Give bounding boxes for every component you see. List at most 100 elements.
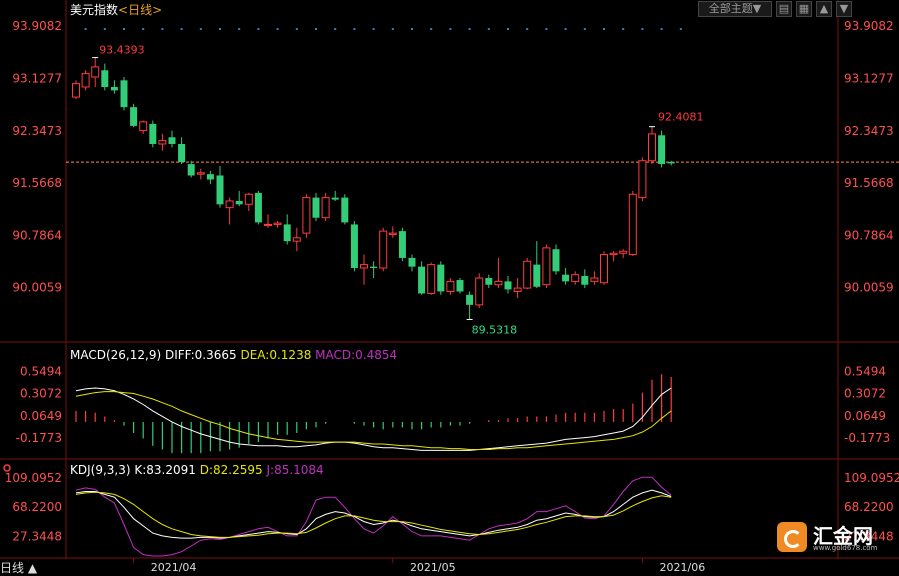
candle-body — [130, 107, 138, 126]
grid-icon[interactable]: ▦ — [796, 1, 812, 17]
event-dot — [603, 28, 605, 30]
candle-body — [533, 264, 541, 287]
logo-icon — [777, 522, 807, 552]
macd-tick-left: 0.5494 — [20, 364, 62, 378]
x-axis-label: 2021/05 — [410, 561, 456, 574]
price-tick-right: 93.9082 — [844, 19, 894, 33]
price-title: 美元指数<日线> — [70, 1, 162, 18]
candle-body — [302, 197, 311, 234]
layout-icon[interactable]: ▤ — [776, 1, 792, 17]
macd-tick-right: 0.5494 — [844, 364, 886, 378]
candle-body — [398, 231, 406, 258]
instrument-label: 美元指数 — [70, 3, 119, 17]
candle-body — [187, 164, 195, 176]
kdj-tick-right: 109.0952 — [844, 471, 899, 485]
d-line — [75, 491, 672, 538]
event-dot — [84, 28, 87, 30]
candle-body — [466, 294, 474, 305]
candle-body — [456, 280, 464, 292]
period-label[interactable]: <日线> — [118, 3, 162, 17]
event-dot — [315, 28, 317, 30]
event-dot — [353, 28, 356, 30]
event-dot — [679, 28, 682, 30]
kdj-tick-left: 68.2200 — [12, 500, 62, 514]
theme-selector[interactable]: 全部主题▼ — [698, 1, 772, 17]
candle-body — [91, 66, 100, 78]
candle-body — [139, 121, 148, 132]
candle-body — [216, 175, 224, 205]
event-dot — [142, 28, 145, 30]
event-dot — [660, 28, 663, 30]
candle-body — [292, 237, 301, 242]
candle-body — [552, 249, 560, 272]
site-logo: 汇金网 www.gold678.com — [777, 520, 887, 556]
event-dot — [276, 28, 279, 30]
candle-body — [370, 266, 378, 268]
candle-body — [609, 252, 618, 256]
event-dot — [622, 28, 625, 30]
period-tab[interactable]: 日线 ▲ — [0, 559, 37, 576]
candle-body — [562, 274, 570, 282]
diff-value: DIFF:0.3665 — [164, 348, 237, 362]
price-tick-right: 93.1277 — [844, 71, 894, 85]
candle-body — [504, 281, 512, 290]
event-dot — [526, 28, 529, 30]
candle-body — [494, 280, 503, 286]
event-dot — [295, 28, 298, 30]
candle-body — [81, 73, 90, 88]
event-dot — [372, 28, 375, 30]
candle-body — [513, 287, 522, 292]
candle-body — [72, 83, 80, 98]
candle-body — [600, 254, 608, 284]
kdj-tick-right: 68.2200 — [844, 500, 894, 514]
candle-body — [149, 123, 157, 144]
event-dot — [180, 28, 183, 30]
high-annotation: 93.4393 — [99, 44, 145, 57]
macd-title: MACD(26,12,9) DIFF:0.3665 DEA:0.1238 MAC… — [70, 348, 397, 362]
chart-canvas: 93.9082 93.9082 93.1277 93.1277 92.3473 92.34… — [0, 0, 899, 574]
candle-body — [475, 277, 484, 306]
candle-body — [418, 266, 426, 294]
diff-line — [75, 387, 672, 451]
candle-body — [542, 247, 551, 286]
candle-body — [379, 230, 388, 269]
candle-body — [667, 162, 675, 164]
event-dot — [334, 28, 337, 30]
candle-body — [658, 135, 666, 165]
event-dot — [103, 28, 106, 30]
candle-body — [446, 280, 455, 292]
scroll-down-icon[interactable]: ▼ — [836, 1, 852, 17]
macd-tick-right: 0.3072 — [844, 387, 886, 401]
event-dot — [391, 28, 394, 30]
price-tick-left: 91.5668 — [12, 176, 62, 190]
event-dot — [564, 28, 567, 30]
scroll-up-icon[interactable]: ▲ — [816, 1, 832, 17]
event-dot — [161, 28, 164, 30]
logo-url: www.gold678.com — [813, 544, 878, 552]
macd-value: MACD:0.4854 — [315, 348, 398, 362]
candle-body — [628, 193, 637, 256]
event-dot — [257, 28, 260, 30]
candle-body — [638, 160, 647, 199]
candle-body — [168, 137, 176, 144]
event-dot — [545, 28, 548, 30]
candle-body — [283, 224, 291, 242]
candle-body — [312, 197, 320, 218]
candle-body — [350, 224, 358, 268]
candle-body — [110, 87, 118, 91]
candle-body — [206, 174, 214, 180]
candle-body — [331, 197, 339, 200]
candle-body — [408, 257, 416, 267]
price-tick-left: 93.9082 — [12, 19, 62, 33]
event-dot — [507, 28, 509, 30]
candle-body — [196, 172, 205, 175]
candle-body — [590, 277, 599, 282]
candle-body — [225, 200, 234, 209]
macd-tick-left: 0.3072 — [20, 387, 62, 401]
candle-body — [273, 222, 282, 225]
kdj-tick-left: 109.0952 — [5, 471, 62, 485]
event-dot — [411, 28, 413, 30]
candle-body — [485, 278, 493, 285]
candle-body — [341, 197, 349, 223]
price-tick-right: 92.3473 — [844, 124, 894, 138]
